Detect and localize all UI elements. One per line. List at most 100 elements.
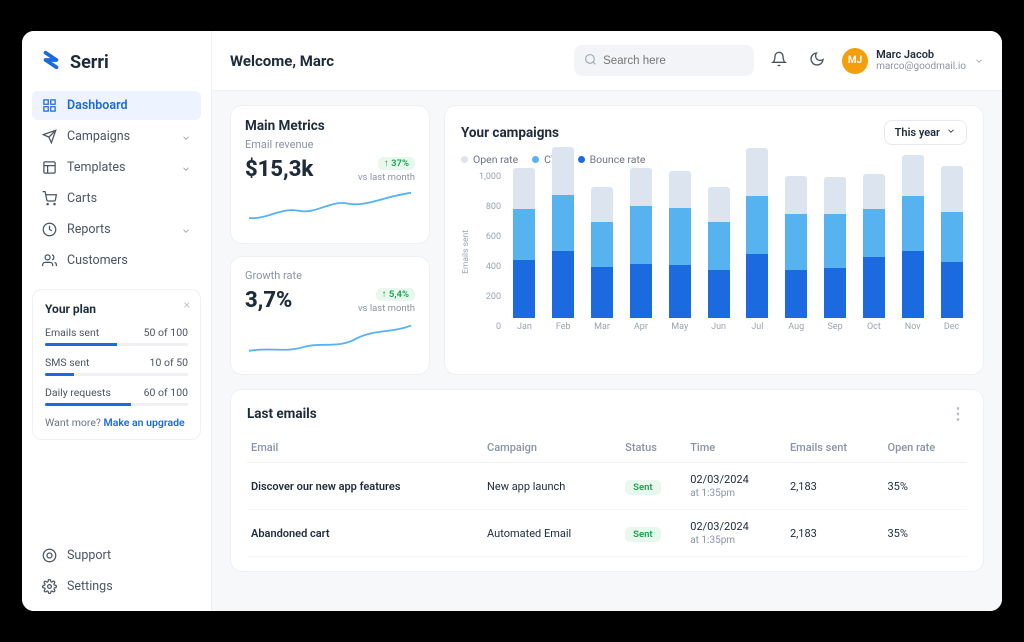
users-icon bbox=[42, 253, 57, 268]
nav-item-carts[interactable]: Carts bbox=[32, 184, 201, 213]
plan-progress bbox=[45, 343, 188, 346]
date-range-button[interactable]: This year bbox=[884, 120, 967, 145]
page-title: Welcome, Marc bbox=[230, 52, 334, 70]
main-metrics-title: Main Metrics bbox=[245, 118, 415, 134]
bar-stack bbox=[785, 176, 807, 318]
x-tick: Sep bbox=[827, 322, 842, 332]
legend-item: Bounce rate bbox=[578, 153, 646, 166]
y-axis: 1,0008006004002000 bbox=[479, 172, 503, 332]
table-header: Time bbox=[686, 433, 786, 463]
clock-icon bbox=[42, 222, 57, 237]
avatar: MJ bbox=[842, 48, 868, 74]
close-icon[interactable]: × bbox=[184, 298, 190, 312]
x-tick: May bbox=[671, 322, 688, 332]
brand-logo[interactable]: Serri bbox=[32, 45, 201, 91]
email-revenue-card: Main Metrics Email revenue $15,3k ↑ 37% … bbox=[230, 105, 430, 244]
compare-label: vs last month bbox=[358, 303, 415, 314]
gear-icon bbox=[42, 579, 57, 594]
table-row[interactable]: Abandoned cart Automated Email Sent 02/0… bbox=[247, 510, 967, 557]
y-tick: 1,000 bbox=[479, 172, 501, 182]
bar-chart: JanFebMarAprMayJunJulAugSepOctNovDec bbox=[509, 172, 967, 332]
x-tick: Aug bbox=[788, 322, 804, 332]
nav-item-settings[interactable]: Settings bbox=[32, 572, 201, 601]
search-input[interactable] bbox=[603, 55, 744, 67]
plan-upgrade-link[interactable]: Make an upgrade bbox=[104, 416, 185, 429]
cell-time: 02/03/2024at 1:35pm bbox=[686, 510, 786, 557]
main-area: Welcome, Marc MJ Marc Jacob marco@goodma… bbox=[212, 31, 1002, 611]
nav-label: Carts bbox=[67, 191, 97, 206]
bar-column: Dec bbox=[936, 166, 967, 332]
bar-column: Sep bbox=[820, 177, 851, 332]
user-menu[interactable]: MJ Marc Jacob marco@goodmail.io bbox=[842, 48, 984, 74]
chevron-down-icon bbox=[181, 132, 191, 142]
nav-item-templates[interactable]: Templates bbox=[32, 153, 201, 182]
nav-item-dashboard[interactable]: Dashboard bbox=[32, 91, 201, 120]
nav-item-customers[interactable]: Customers bbox=[32, 246, 201, 275]
plan-title: Your plan bbox=[45, 302, 188, 316]
bar-column: Apr bbox=[626, 168, 657, 332]
plan-upgrade-text: Want more? Make an upgrade bbox=[45, 416, 188, 429]
sparkline-growth bbox=[245, 322, 415, 358]
metric-label: Email revenue bbox=[245, 138, 415, 151]
theme-toggle[interactable] bbox=[804, 48, 830, 74]
user-name: Marc Jacob bbox=[876, 49, 966, 61]
nav-label: Reports bbox=[67, 222, 111, 237]
bar-stack bbox=[669, 171, 691, 318]
table-header: Emails sent bbox=[786, 433, 884, 463]
nav-item-campaigns[interactable]: Campaigns bbox=[32, 122, 201, 151]
status-badge: Sent bbox=[625, 527, 660, 542]
x-tick: Feb bbox=[556, 322, 571, 332]
topbar: Welcome, Marc MJ Marc Jacob marco@goodma… bbox=[212, 31, 1002, 91]
plan-row: Daily requests60 of 100 bbox=[45, 386, 188, 399]
nav-item-support[interactable]: Support bbox=[32, 541, 201, 570]
y-tick: 600 bbox=[486, 232, 501, 242]
cell-open-rate: 35% bbox=[883, 463, 967, 510]
notifications-button[interactable] bbox=[766, 48, 792, 74]
plan-progress bbox=[45, 373, 188, 376]
bar-stack bbox=[630, 168, 652, 318]
last-emails-card: Last emails ⋮ EmailCampaignStatusTimeEma… bbox=[230, 389, 984, 572]
nav-label: Dashboard bbox=[67, 98, 128, 113]
delta-badge: ↑ 5,4% bbox=[376, 288, 415, 301]
bar-column: Mar bbox=[587, 187, 618, 332]
chevron-down-icon bbox=[181, 163, 191, 173]
brand-name: Serri bbox=[70, 52, 109, 73]
emails-table: EmailCampaignStatusTimeEmails sentOpen r… bbox=[247, 433, 967, 557]
table-header: Open rate bbox=[883, 433, 967, 463]
metric-value: 3,7% bbox=[245, 288, 292, 313]
bar-stack bbox=[902, 155, 924, 318]
bar-column: Oct bbox=[858, 174, 889, 332]
nav-item-reports[interactable]: Reports bbox=[32, 215, 201, 244]
table-row[interactable]: Discover our new app features New app la… bbox=[247, 463, 967, 510]
plan-card: × Your plan Emails sent50 of 100SMS sent… bbox=[32, 289, 201, 440]
sidebar-bottom: Support Settings bbox=[32, 533, 201, 601]
metrics-column: Main Metrics Email revenue $15,3k ↑ 37% … bbox=[230, 105, 430, 375]
user-info: Marc Jacob marco@goodmail.io bbox=[876, 49, 966, 72]
plan-progress bbox=[45, 403, 188, 406]
search-field[interactable] bbox=[574, 45, 754, 76]
y-tick: 0 bbox=[496, 322, 501, 332]
plan-foot-prefix: Want more? bbox=[45, 416, 104, 429]
sidebar: Serri Dashboard Campaigns Templates Cart… bbox=[22, 31, 212, 611]
moon-icon bbox=[809, 51, 825, 71]
more-menu-button[interactable]: ⋮ bbox=[950, 404, 967, 423]
cart-icon bbox=[42, 191, 57, 206]
bell-icon bbox=[771, 51, 787, 71]
metric-label: Growth rate bbox=[245, 269, 415, 282]
x-tick: Oct bbox=[867, 322, 881, 332]
x-tick: Mar bbox=[594, 322, 610, 332]
bar-stack bbox=[824, 177, 846, 318]
nav-label: Templates bbox=[67, 160, 125, 175]
x-tick: Jan bbox=[517, 322, 532, 332]
compare-label: vs last month bbox=[358, 172, 415, 183]
lifebuoy-icon bbox=[42, 548, 57, 563]
bar-stack bbox=[941, 166, 963, 318]
table-header: Status bbox=[621, 433, 686, 463]
bar-column: May bbox=[664, 171, 695, 332]
sparkline-revenue bbox=[245, 191, 415, 227]
status-badge: Sent bbox=[625, 480, 660, 495]
bar-column: Jan bbox=[509, 168, 540, 332]
chevron-down-icon bbox=[181, 225, 191, 235]
bar-column: Jul bbox=[742, 148, 773, 332]
bar-column: Aug bbox=[781, 176, 812, 332]
